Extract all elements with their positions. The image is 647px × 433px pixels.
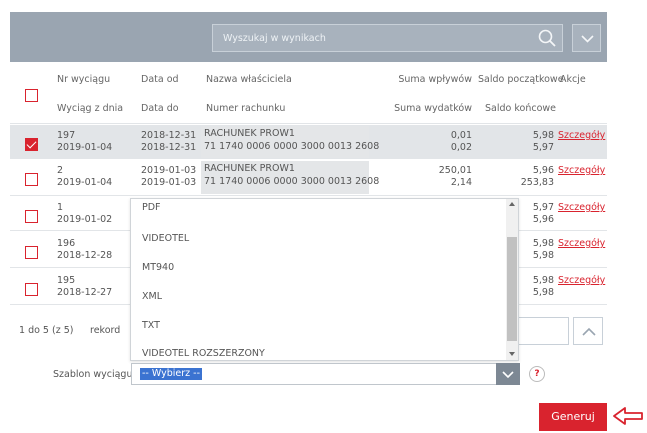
header-account-number[interactable]: Numer rachunku [206,103,285,115]
header-date-from[interactable]: Data od [141,74,179,86]
header-owner-name[interactable]: Nazwa właściciela [206,74,292,86]
details-link[interactable]: Szczegóły [558,202,605,214]
statement-date: 2019-01-02 [57,214,113,225]
scroll-up-arrow-icon[interactable] [508,200,516,208]
chevron-up-icon [582,327,596,336]
scroll-down-arrow-icon[interactable] [508,350,516,358]
header-opening-balance[interactable]: Saldo początkowe [478,74,564,86]
row-checkbox[interactable] [25,138,38,151]
statement-no: 1 [57,202,64,213]
income-sum: 0,01 [450,130,472,141]
option-xml[interactable]: XML [142,291,162,302]
closing-balance: 253,83 [520,177,554,188]
search-box[interactable] [212,24,563,52]
pager-range: 1 do 5 (z 5) [19,325,74,336]
closing-balance: 5,97 [532,142,554,153]
statement-date: 2019-01-04 [57,142,113,153]
opening-balance: 5,98 [532,238,554,249]
search-input[interactable] [213,25,523,51]
expense-sum: 2,14 [450,177,472,188]
pager-records-label: rekord [90,325,121,336]
row-checkbox[interactable] [25,210,38,223]
opening-balance: 5,97 [532,202,554,213]
opening-balance: 5,98 [532,130,554,141]
option-pdf[interactable]: PDF [142,202,161,213]
search-icon[interactable] [538,29,556,47]
template-select[interactable]: -- Wybierz -- [131,363,520,385]
closing-balance: 5,98 [532,250,554,261]
select-all-checkbox[interactable] [25,89,38,102]
option-mt940[interactable]: MT940 [142,262,174,273]
date-to: 2019-01-03 [141,177,197,188]
scroll-up-button[interactable] [573,317,603,345]
income-sum: 250,01 [438,165,472,176]
generate-button[interactable]: Generuj [539,403,607,431]
arrow-left-icon [612,405,644,427]
row-checkbox[interactable] [25,173,38,186]
owner-name: RACHUNEK PROW1 [204,128,295,139]
template-select-arrow[interactable] [496,363,520,385]
option-videotel[interactable]: VIDEOTEL [142,233,189,244]
details-link[interactable]: Szczegóły [558,165,605,177]
details-link[interactable]: Szczegóły [558,275,605,287]
option-txt[interactable]: TXT [142,320,160,331]
template-selected-value: -- Wybierz -- [140,368,203,380]
expense-sum: 0,02 [450,142,472,153]
row-checkbox[interactable] [25,283,38,296]
row-divider [10,195,607,196]
closing-balance: 5,98 [532,287,554,298]
page-input[interactable] [519,317,569,345]
header-divider [10,123,607,124]
opening-balance: 5,96 [532,165,554,176]
help-icon[interactable]: ? [529,366,545,382]
template-options-list[interactable]: PDF VIDEOTEL MT940 XML TXT VIDEOTEL ROZS… [130,198,519,361]
chevron-down-icon [502,371,514,379]
header-statement-date[interactable]: Wyciąg z dnia [57,103,123,115]
statement-no: 197 [57,130,76,141]
statement-no: 196 [57,238,76,249]
chevron-down-icon [581,35,594,43]
header-date-to[interactable]: Data do [141,103,179,115]
date-from: 2018-12-31 [141,130,197,141]
row-checkbox[interactable] [25,246,38,259]
header-statement-no[interactable]: Nr wyciągu [57,74,110,86]
date-from: 2019-01-03 [141,165,197,176]
header-actions: Akcje [560,74,586,85]
option-videotel-extended[interactable]: VIDEOTEL ROZSZERZONY [142,348,265,359]
dropdown-scroll-thumb[interactable] [507,237,517,341]
account-number: 71 1740 0006 0000 3000 0013 2608 [204,141,380,152]
account-number: 71 1740 0006 0000 3000 0013 2608 [204,176,380,187]
opening-balance: 5,98 [532,275,554,286]
statement-date: 2018-12-28 [57,250,113,261]
toolbar-dropdown-button[interactable] [572,24,601,52]
header-expense-sum[interactable]: Suma wydatków [370,103,472,115]
details-link[interactable]: Szczegóły [558,238,605,250]
statement-date: 2019-01-04 [57,177,113,188]
header-closing-balance[interactable]: Saldo końcowe [478,103,556,115]
owner-name: RACHUNEK PROW1 [204,163,295,174]
date-to: 2018-12-31 [141,142,197,153]
statement-no: 195 [57,275,76,286]
closing-balance: 5,96 [532,214,554,225]
statement-date: 2018-12-27 [57,287,113,298]
details-link[interactable]: Szczegóły [558,130,605,142]
statement-no: 2 [57,165,64,176]
template-label: Szablon wyciągu [53,369,133,380]
header-income-sum[interactable]: Suma wpływów [370,74,472,86]
